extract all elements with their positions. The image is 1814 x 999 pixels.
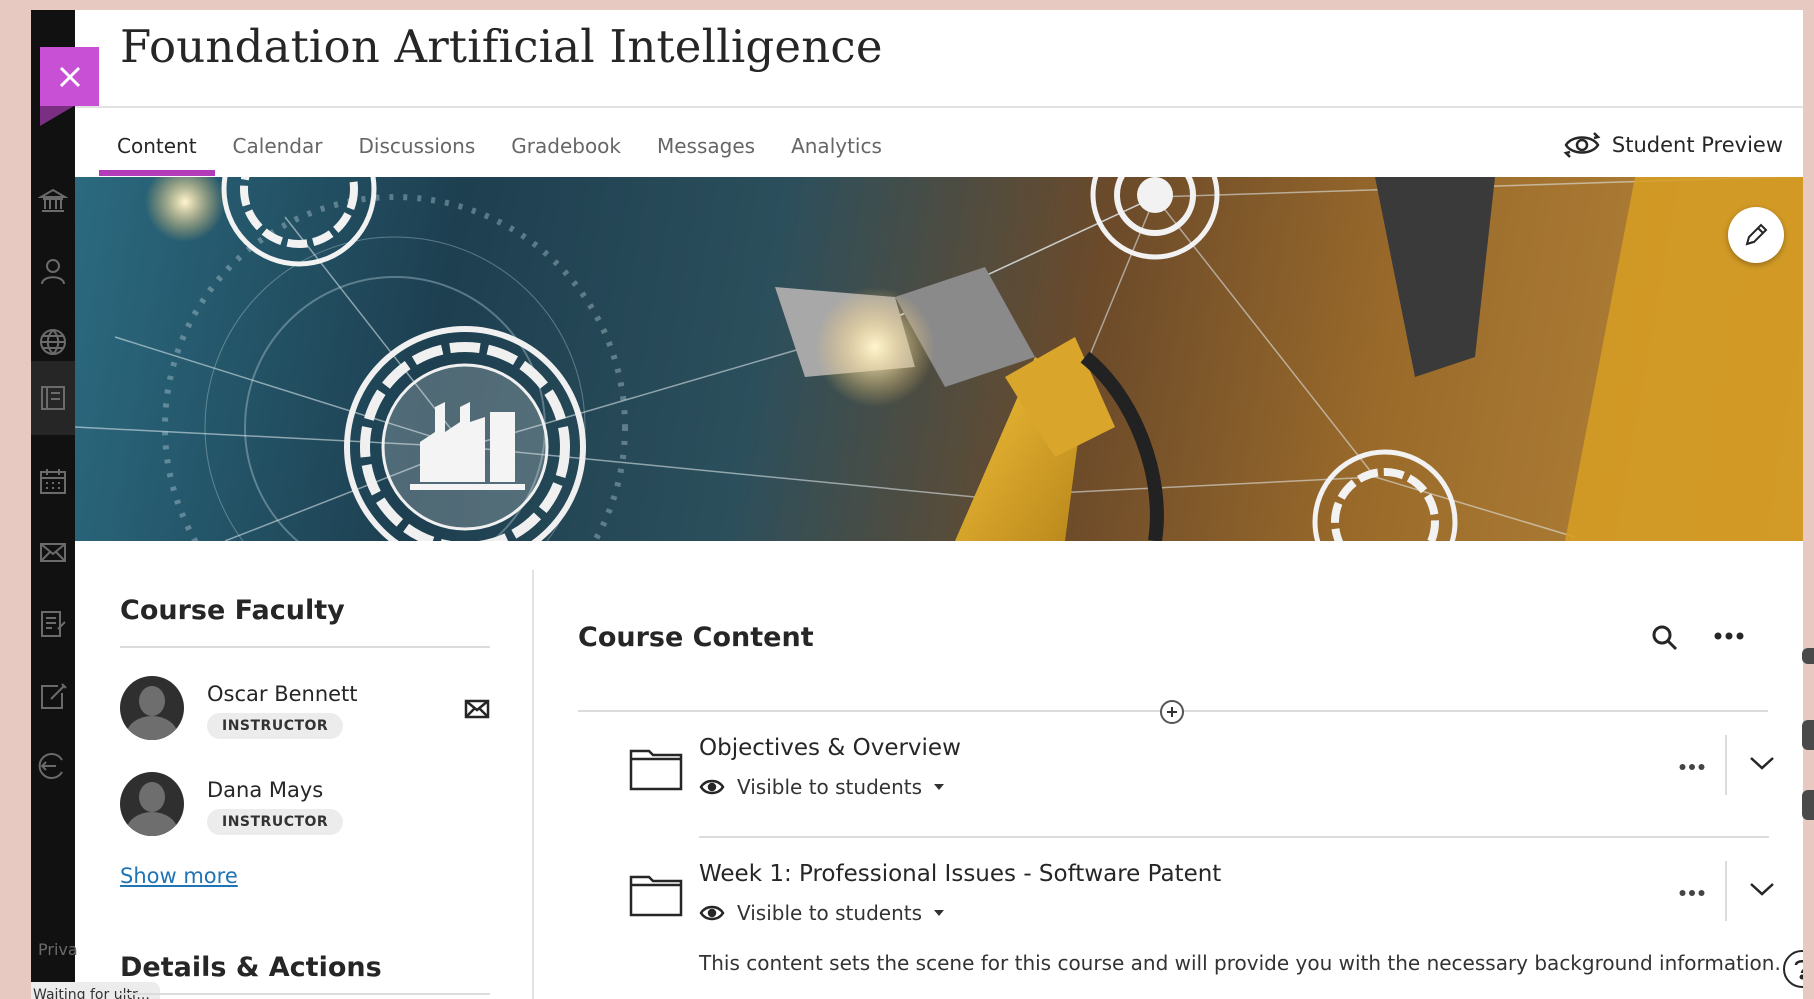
mail-icon[interactable] (37, 536, 69, 568)
content-item-title[interactable]: Objectives & Overview (699, 735, 961, 761)
header-divider (75, 106, 1803, 108)
course-banner-image (75, 177, 1803, 541)
tab-content[interactable]: Content (99, 124, 215, 176)
close-course-button[interactable] (40, 47, 99, 106)
add-content-button[interactable] (1160, 700, 1184, 724)
scroll-marker (1802, 648, 1814, 664)
avatar (120, 676, 184, 740)
grades-icon[interactable] (37, 608, 69, 640)
browser-status-text: Waiting for ultr... (31, 982, 160, 999)
course-title: Foundation Artificial Intelligence (120, 20, 883, 73)
add-icon (1167, 707, 1177, 717)
caret-down-icon (934, 910, 944, 916)
courses-icon[interactable] (31, 361, 75, 435)
privacy-link[interactable]: Priva (38, 940, 78, 959)
tab-analytics[interactable]: Analytics (773, 124, 900, 176)
tab-messages[interactable]: Messages (639, 124, 773, 176)
content-item-title[interactable]: Week 1: Professional Issues - Software P… (699, 861, 1221, 887)
tab-gradebook[interactable]: Gradebook (493, 124, 639, 176)
scroll-marker (1802, 720, 1814, 750)
visibility-dropdown[interactable]: Visible to students (699, 901, 944, 925)
search-icon[interactable] (1651, 624, 1679, 652)
details-divider (120, 993, 490, 995)
folder-icon (629, 749, 683, 791)
eye-icon (699, 779, 725, 795)
visibility-label: Visible to students (737, 775, 922, 799)
course-faculty-heading: Course Faculty (120, 595, 490, 648)
edit-note-icon[interactable] (37, 680, 69, 712)
visibility-dropdown[interactable]: Visible to students (699, 775, 944, 799)
student-preview-button[interactable]: Student Preview (1562, 130, 1783, 160)
pencil-icon (1745, 223, 1768, 246)
profile-icon[interactable] (37, 255, 69, 287)
chevron-down-icon[interactable] (1749, 881, 1775, 897)
item-divider (699, 836, 1769, 838)
eye-icon (699, 905, 725, 921)
role-badge: INSTRUCTOR (207, 713, 344, 739)
app-frame: Priva Waiting for ultr... Foundation Art… (31, 10, 1803, 999)
course-content-heading: Course Content (578, 622, 814, 653)
faculty-member: Oscar Bennett INSTRUCTOR (120, 676, 490, 762)
tab-calendar[interactable]: Calendar (215, 124, 341, 176)
sign-out-icon[interactable] (37, 750, 69, 782)
role-badge: INSTRUCTOR (207, 809, 344, 835)
globe-icon[interactable] (37, 326, 69, 358)
more-icon[interactable] (1679, 889, 1705, 897)
show-more-link[interactable]: Show more (120, 864, 238, 888)
base-navigation: Priva (31, 10, 78, 999)
course-faculty-panel: Course Faculty Oscar Bennett INSTRUCTOR … (120, 595, 490, 888)
details-actions-heading: Details & Actions (120, 952, 382, 983)
content-item-description: This content sets the scene for this cou… (699, 951, 1781, 975)
institution-icon[interactable] (37, 185, 69, 217)
calendar-icon[interactable] (37, 465, 69, 497)
tab-discussions[interactable]: Discussions (340, 124, 493, 176)
scroll-marker (1802, 790, 1814, 820)
student-preview-icon (1563, 132, 1601, 158)
faculty-name[interactable]: Dana Mays (207, 778, 323, 802)
visibility-label: Visible to students (737, 901, 922, 925)
help-icon (1794, 960, 1803, 980)
folder-icon (629, 875, 683, 917)
column-divider (532, 570, 534, 999)
caret-down-icon (934, 784, 944, 790)
chevron-down-icon[interactable] (1749, 755, 1775, 771)
close-icon (59, 66, 80, 87)
item-separator (1725, 861, 1727, 921)
course-tabs: Content Calendar Discussions Gradebook M… (99, 124, 900, 176)
student-preview-label: Student Preview (1611, 133, 1783, 157)
banner-artwork (75, 177, 1803, 541)
faculty-name[interactable]: Oscar Bennett (207, 682, 358, 706)
more-icon[interactable] (1679, 763, 1705, 771)
help-button[interactable] (1783, 950, 1803, 988)
avatar (120, 772, 184, 836)
mail-icon[interactable] (464, 698, 490, 720)
edit-banner-button[interactable] (1728, 207, 1784, 263)
close-tab-fold (40, 106, 74, 126)
faculty-member: Dana Mays INSTRUCTOR (120, 772, 490, 858)
item-separator (1725, 735, 1727, 795)
more-icon[interactable] (1714, 632, 1744, 640)
